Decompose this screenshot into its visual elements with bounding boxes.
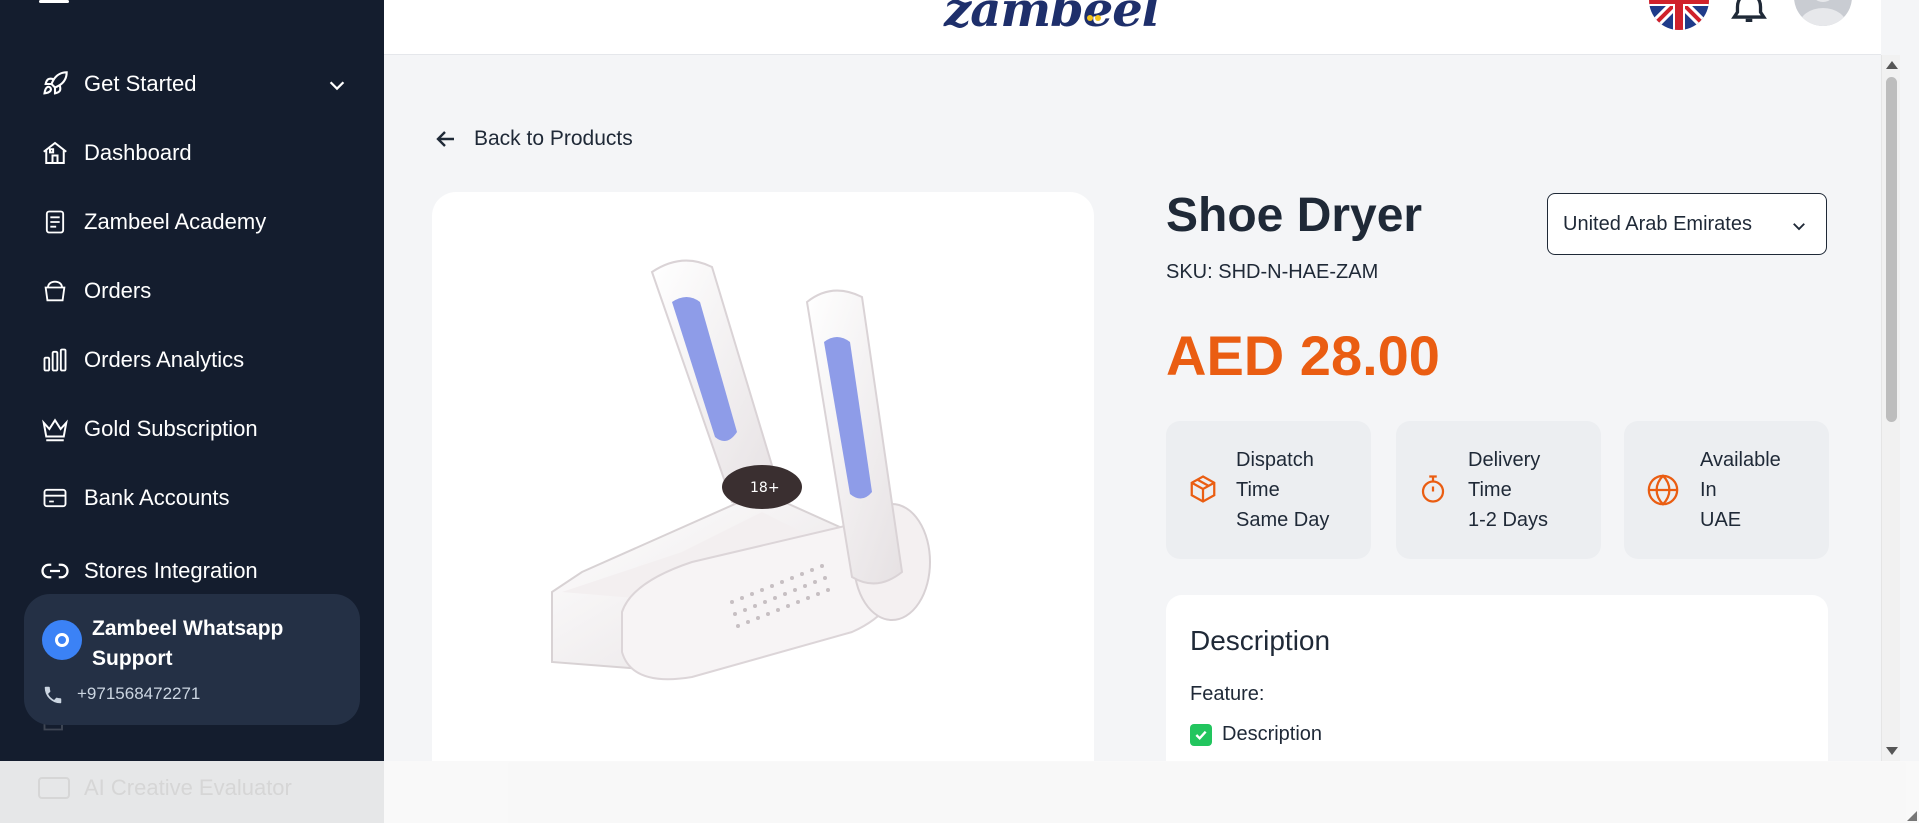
rocket-icon: [40, 69, 70, 99]
info-label-line2: Time: [1236, 479, 1280, 501]
avatar[interactable]: [1794, 0, 1852, 26]
zambeel-logo[interactable]: zambeel: [944, 0, 1160, 38]
stopwatch-icon: [1418, 473, 1448, 510]
scroll-thumb[interactable]: [1886, 77, 1897, 422]
resize-corner-icon: [1907, 811, 1917, 821]
box-icon: [1188, 473, 1218, 510]
arrow-left-icon: [436, 131, 454, 147]
sidebar-item-label: Get Started: [84, 71, 197, 96]
link-icon: [40, 556, 70, 586]
card-icon: [40, 483, 70, 513]
sidebar-item-label: Dashboard: [84, 140, 192, 165]
info-label-line1: Available: [1700, 449, 1781, 471]
description-item: Description: [1190, 723, 1322, 746]
country-select-value: United Arab Emirates: [1563, 212, 1752, 235]
sidebar-item-dashboard[interactable]: Dashboard: [0, 128, 384, 178]
info-label-line2: Time: [1468, 479, 1512, 501]
sidebar-item-ai-creative-evaluator[interactable]: AI Creative Evaluator: [38, 775, 292, 801]
description-card: Description Feature: Description: [1166, 595, 1828, 761]
bottom-overlay: AI Creative Evaluator: [0, 761, 1919, 823]
uk-flag-icon[interactable]: [1649, 0, 1709, 30]
sidebar-item-get-started[interactable]: Get Started: [0, 59, 384, 109]
phone-icon: [42, 684, 64, 711]
checkmark-icon: [1190, 723, 1212, 746]
info-value: UAE: [1700, 509, 1742, 531]
logo-dots-icon: [1087, 15, 1101, 21]
menu-icon[interactable]: [39, 0, 69, 12]
info-label-line1: Delivery: [1468, 449, 1541, 471]
shoe-dryer-image: 18+: [551, 259, 931, 681]
chevron-down-icon[interactable]: [326, 74, 348, 101]
dispatch-time-card: Dispatch Time Same Day: [1166, 421, 1371, 559]
bar-chart-icon: [40, 345, 70, 375]
feature-label: Feature:: [1190, 683, 1265, 705]
sidebar-item-orders[interactable]: Orders: [0, 266, 384, 316]
country-select[interactable]: United Arab Emirates: [1547, 193, 1827, 255]
description-item-text: Description: [1222, 723, 1323, 745]
whatsapp-support-card[interactable]: Zambeel Whatsapp Support +971568472271: [24, 594, 360, 725]
sidebar-item-label: AI Creative Evaluator: [84, 775, 292, 800]
globe-icon: [1646, 473, 1680, 512]
sidebar-item-label: Gold Subscription: [84, 416, 258, 441]
top-header: zambeel: [384, 0, 1881, 55]
book-icon: [40, 207, 70, 237]
sidebar: Get Started Dashboard Zambeel Academy Or…: [0, 0, 384, 823]
support-phone[interactable]: +971568472271: [77, 684, 200, 704]
sidebar-item-label: Orders: [84, 278, 152, 303]
back-to-products-link[interactable]: Back to Products: [434, 127, 633, 151]
whatsapp-icon: [42, 620, 82, 660]
info-value: 1-2 Days: [1468, 509, 1549, 531]
support-title: Zambeel Whatsapp Support: [92, 617, 284, 670]
info-label-line1: Dispatch: [1236, 449, 1314, 471]
sidebar-item-label: Zambeel Academy: [84, 209, 267, 234]
video-icon: [38, 777, 70, 799]
page-scrollbar[interactable]: [1881, 55, 1900, 761]
available-in-card: Available In UAE: [1624, 421, 1829, 559]
home-icon: [40, 138, 70, 168]
scroll-up-arrow-icon[interactable]: [1886, 61, 1898, 69]
product-sku: SKU: SHD-N-HAE-ZAM: [1166, 261, 1379, 283]
crown-icon: [40, 414, 70, 444]
sidebar-item-orders-analytics[interactable]: Orders Analytics: [0, 335, 384, 385]
sidebar-item-label: Stores Integration: [84, 558, 258, 583]
info-label-line2: In: [1700, 479, 1717, 501]
description-title: Description: [1190, 625, 1331, 656]
sidebar-item-label: Bank Accounts: [84, 485, 230, 510]
sidebar-item-bank-accounts[interactable]: Bank Accounts: [0, 473, 384, 523]
scroll-down-arrow-icon[interactable]: [1886, 747, 1898, 755]
product-detail: Back to Products 18+ Shoe Dryer SKU: SHD…: [384, 55, 1881, 761]
svg-text:18+: 18+: [750, 480, 780, 496]
product-title: Shoe Dryer: [1166, 189, 1423, 242]
info-value: Same Day: [1236, 509, 1330, 531]
sidebar-item-zambeel-academy[interactable]: Zambeel Academy: [0, 197, 384, 247]
sidebar-item-stores-integration[interactable]: Stores Integration: [0, 546, 384, 596]
sidebar-item-gold-subscription[interactable]: Gold Subscription: [0, 404, 384, 454]
bell-icon[interactable]: [1729, 0, 1769, 27]
back-label: Back to Products: [474, 127, 633, 150]
product-image: 18+: [432, 192, 1094, 761]
sidebar-item-label: Orders Analytics: [84, 347, 245, 372]
product-price: AED 28.00: [1166, 324, 1440, 387]
basket-icon: [40, 276, 70, 306]
delivery-time-card: Delivery Time 1-2 Days: [1396, 421, 1601, 559]
chevron-down-icon: [1793, 223, 1805, 231]
